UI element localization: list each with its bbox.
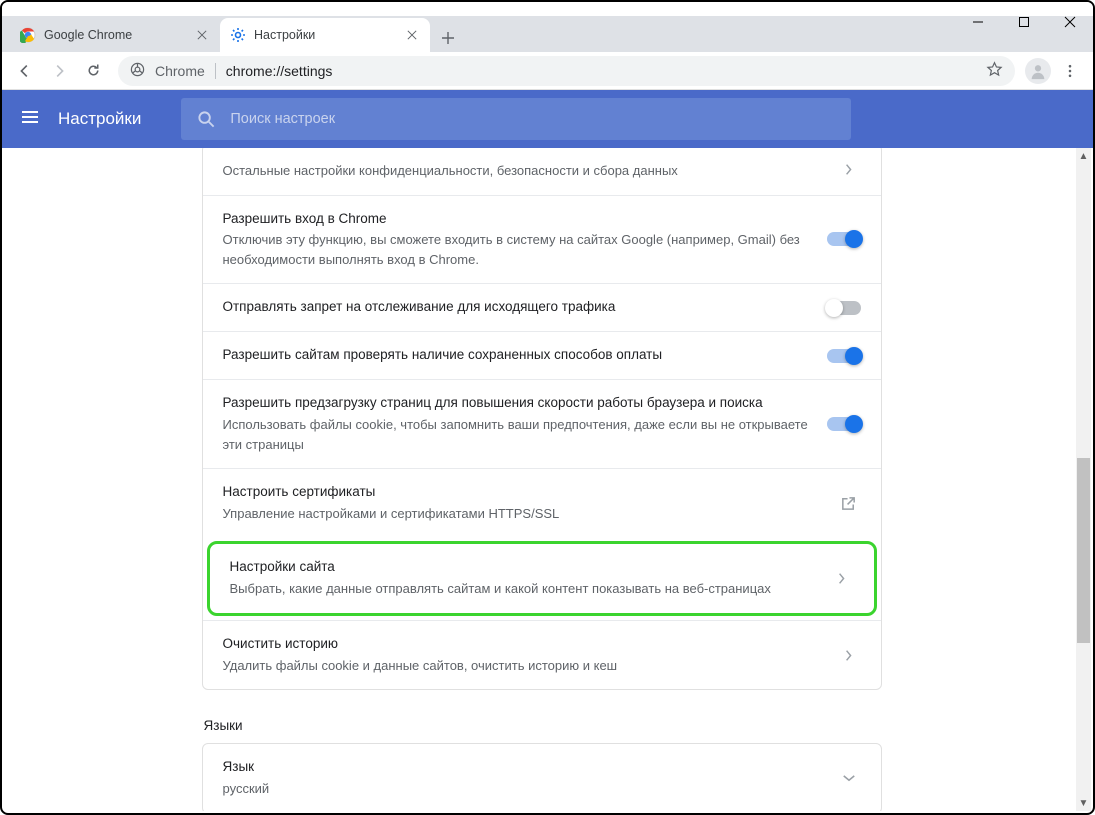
reload-button[interactable]: [78, 56, 108, 86]
back-button[interactable]: [10, 56, 40, 86]
row-do-not-track[interactable]: Отправлять запрет на отслеживание для ис…: [203, 283, 881, 331]
scroll-down-icon[interactable]: ▼: [1076, 795, 1091, 811]
row-title: Язык: [223, 758, 823, 777]
row-title: Разрешить вход в Chrome: [223, 210, 813, 229]
external-link-icon: [837, 495, 861, 512]
row-sync-services[interactable]: Остальные настройки конфиденциальности, …: [203, 148, 881, 195]
row-site-settings[interactable]: Настройки сайта Выбрать, какие данные от…: [207, 541, 877, 615]
scroll-thumb[interactable]: [1077, 458, 1090, 643]
row-language[interactable]: Язык русский: [203, 744, 881, 811]
languages-card: Язык русский: [202, 743, 882, 811]
toolbar: Chrome chrome://settings: [2, 52, 1093, 90]
toggle-preload-pages[interactable]: [827, 417, 861, 431]
toggle-allow-signin[interactable]: [827, 232, 861, 246]
row-sub: Выбрать, какие данные отправлять сайтам …: [230, 579, 816, 599]
tab-google-chrome[interactable]: Google Chrome: [10, 18, 220, 52]
row-sub: Удалить файлы cookie и данные сайтов, оч…: [223, 656, 823, 676]
row-certificates[interactable]: Настроить сертификаты Управление настрой…: [203, 468, 881, 537]
row-payment-check[interactable]: Разрешить сайтам проверять наличие сохра…: [203, 331, 881, 379]
scheme-label: Chrome: [155, 63, 216, 79]
forward-button[interactable]: [44, 56, 74, 86]
bookmark-star-icon[interactable]: [986, 61, 1003, 81]
chevron-down-icon: [837, 774, 861, 783]
close-button[interactable]: [1047, 7, 1093, 37]
row-sub: Отключив эту функцию, вы сможете входить…: [223, 230, 813, 269]
scrollbar[interactable]: ▲ ▼: [1076, 148, 1091, 811]
row-title: Очистить историю: [223, 635, 823, 654]
tab-strip: Google Chrome Настройки: [2, 16, 1093, 52]
menu-button[interactable]: [1055, 56, 1085, 86]
tab-close-icon[interactable]: [194, 27, 210, 43]
chevron-right-icon: [837, 163, 861, 176]
tab-close-icon[interactable]: [404, 27, 420, 43]
chevron-right-icon: [830, 572, 854, 585]
row-title: Настройки сайта: [230, 558, 816, 577]
tab-title: Google Chrome: [44, 28, 186, 42]
row-sub: Управление настройками и сертификатами H…: [223, 504, 823, 524]
maximize-button[interactable]: [1001, 7, 1047, 37]
tab-title: Настройки: [254, 28, 396, 42]
search-placeholder: Поиск настроек: [230, 111, 335, 127]
gear-icon: [230, 27, 246, 43]
settings-search-input[interactable]: Поиск настроек: [181, 98, 851, 140]
row-sub: русский: [223, 779, 823, 799]
row-clear-history[interactable]: Очистить историю Удалить файлы cookie и …: [203, 620, 881, 689]
profile-avatar[interactable]: [1025, 58, 1051, 84]
chrome-badge-icon: [130, 62, 145, 80]
row-title: Разрешить предзагрузку страниц для повыш…: [223, 394, 813, 413]
toggle-do-not-track[interactable]: [827, 301, 861, 315]
settings-title: Настройки: [58, 109, 141, 129]
url-text: chrome://settings: [226, 63, 333, 79]
chevron-right-icon: [837, 649, 861, 662]
row-title: Настроить сертификаты: [223, 483, 823, 502]
section-languages: Языки: [202, 718, 882, 733]
toggle-payment-check[interactable]: [827, 349, 861, 363]
hamburger-icon[interactable]: [20, 107, 40, 132]
row-allow-signin[interactable]: Разрешить вход в Chrome Отключив эту фун…: [203, 195, 881, 284]
row-title: Отправлять запрет на отслеживание для ис…: [223, 298, 813, 317]
settings-header: Настройки Поиск настроек: [2, 90, 1093, 148]
search-icon: [197, 110, 216, 129]
address-bar[interactable]: Chrome chrome://settings: [118, 56, 1015, 86]
privacy-card: Остальные настройки конфиденциальности, …: [202, 148, 882, 690]
scroll-up-icon[interactable]: ▲: [1076, 148, 1091, 164]
row-sub: Остальные настройки конфиденциальности, …: [223, 161, 823, 181]
chrome-icon: [20, 27, 36, 43]
minimize-button[interactable]: [955, 7, 1001, 37]
row-preload-pages[interactable]: Разрешить предзагрузку страниц для повыш…: [203, 379, 881, 468]
new-tab-button[interactable]: [434, 24, 462, 52]
row-sub: Использовать файлы cookie, чтобы запомни…: [223, 415, 813, 454]
tab-settings[interactable]: Настройки: [220, 18, 430, 52]
row-title: Разрешить сайтам проверять наличие сохра…: [223, 346, 813, 365]
